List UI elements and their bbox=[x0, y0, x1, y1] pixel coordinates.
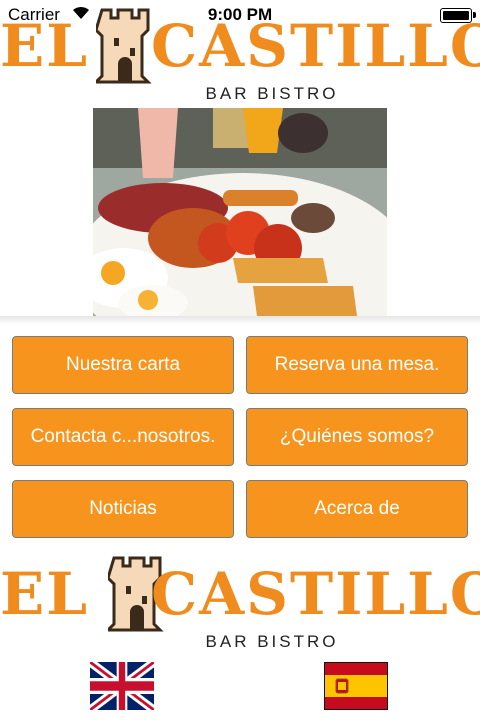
uk-flag-icon[interactable] bbox=[90, 662, 154, 710]
footer-logo: EL CASTILLO BAR BISTRO bbox=[0, 552, 480, 652]
menu-button-carta[interactable]: Nuestra carta bbox=[12, 336, 234, 394]
logo-wordmark: EL CASTILLO bbox=[0, 560, 480, 628]
menu-button-reserva[interactable]: Reserva una mesa. bbox=[246, 336, 468, 394]
spain-flag-icon[interactable] bbox=[324, 662, 388, 710]
header-logo: EL CASTILLO BAR BISTRO bbox=[0, 4, 480, 104]
menu-button-noticias[interactable]: Noticias bbox=[12, 480, 234, 538]
breakfast-photo bbox=[93, 108, 387, 318]
menu-button-quienes-somos[interactable]: ¿Quiénes somos? bbox=[246, 408, 468, 466]
menu-button-acerca-de[interactable]: Acerca de bbox=[246, 480, 468, 538]
logo-wordmark: EL CASTILLO bbox=[0, 12, 480, 80]
logo-tagline: BAR BISTRO bbox=[205, 84, 339, 103]
section-divider bbox=[0, 316, 480, 324]
logo-tagline: BAR BISTRO bbox=[205, 632, 339, 651]
menu-button-contacta[interactable]: Contacta c...nosotros. bbox=[12, 408, 234, 466]
